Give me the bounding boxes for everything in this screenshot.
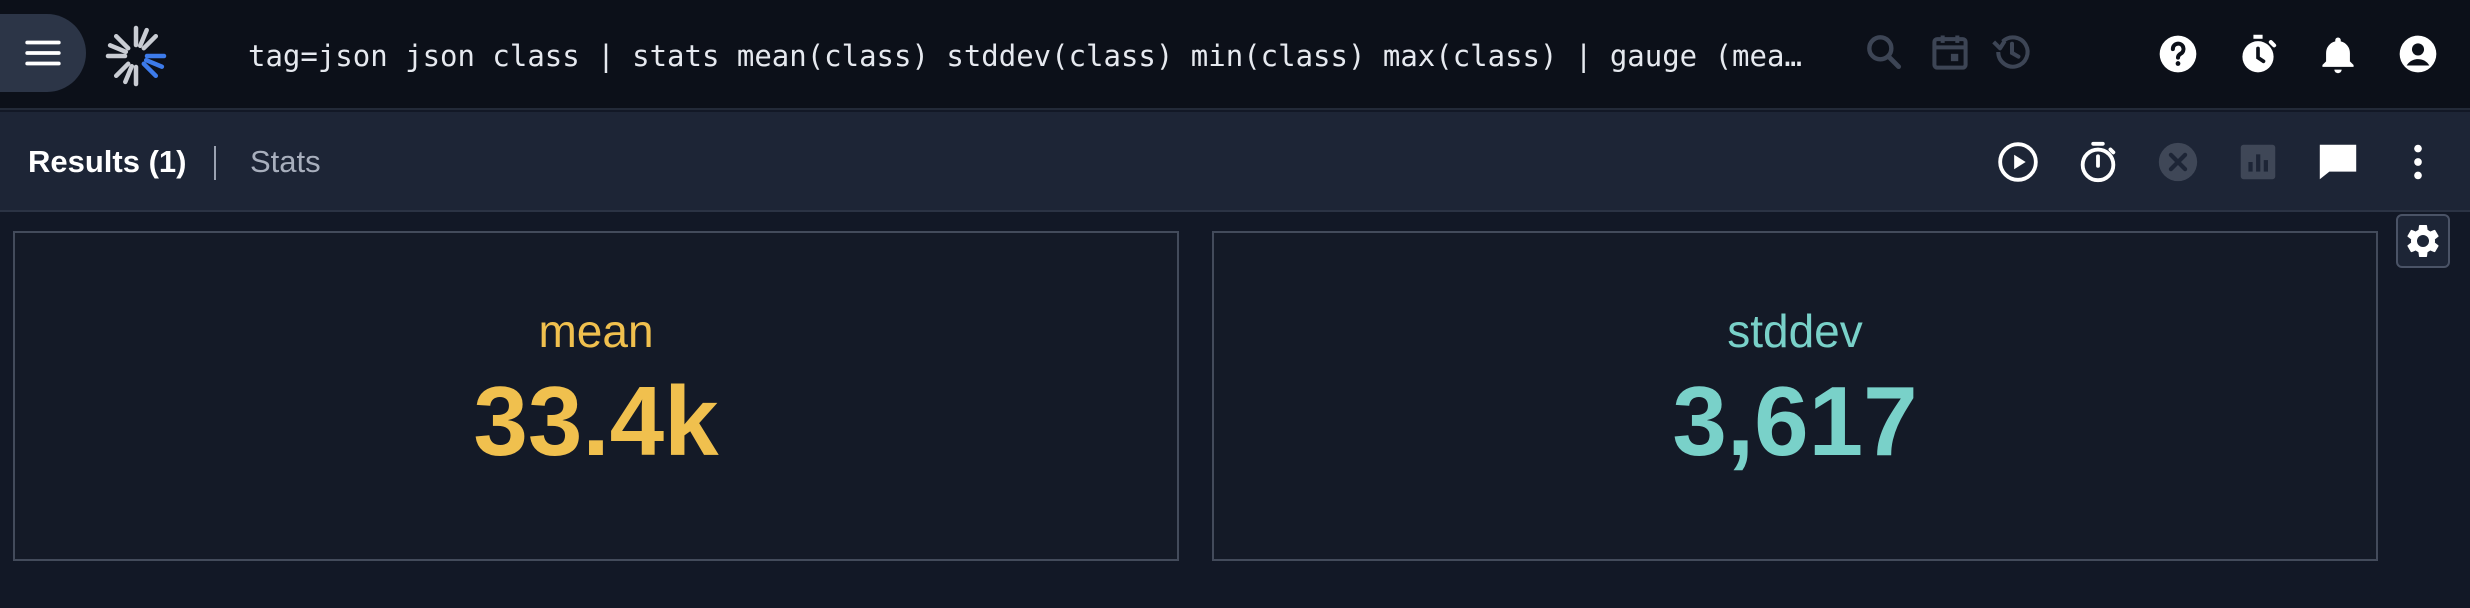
tab-results[interactable]: Results (1) xyxy=(28,142,186,182)
calendar-icon xyxy=(1932,35,1968,70)
gear-icon xyxy=(2407,224,2439,257)
notifications-button[interactable] xyxy=(2316,32,2360,76)
account-icon xyxy=(2399,35,2437,73)
stddev-panel: stddev 3,617 xyxy=(1212,231,2378,561)
help-button[interactable] xyxy=(2156,32,2200,76)
chart-icon xyxy=(2240,144,2276,180)
help-icon xyxy=(2159,35,2197,73)
comment-button[interactable] xyxy=(2314,138,2362,186)
bell-icon xyxy=(2322,37,2354,74)
chart-button[interactable] xyxy=(2234,138,2282,186)
mean-value: 33.4k xyxy=(473,366,719,476)
cancel-button[interactable] xyxy=(2154,138,2202,186)
cancel-icon xyxy=(2158,142,2198,182)
play-icon xyxy=(1998,142,2038,182)
tab-divider xyxy=(214,146,216,180)
stopwatch-button[interactable] xyxy=(2074,138,2122,186)
search-icon xyxy=(1867,35,1902,70)
menu-button[interactable] xyxy=(0,14,86,92)
run-button[interactable] xyxy=(1994,138,2042,186)
mean-panel: mean 33.4k xyxy=(13,231,1179,561)
timer-icon xyxy=(2242,34,2277,73)
top-bar: tag=json json class | stats mean(class) … xyxy=(0,0,2470,110)
timer-button[interactable] xyxy=(2236,32,2280,76)
stopwatch-icon xyxy=(2080,141,2116,183)
tab-stats[interactable]: Stats xyxy=(250,142,321,182)
stddev-label: stddev xyxy=(1727,305,1863,357)
query-input[interactable]: tag=json json class | stats mean(class) … xyxy=(248,34,1808,78)
search-button[interactable] xyxy=(1862,30,1906,74)
logo xyxy=(105,25,167,87)
menu-icon xyxy=(25,40,61,66)
stddev-value: 3,617 xyxy=(1672,366,1918,476)
more-options-button[interactable] xyxy=(2394,138,2442,186)
settings-button[interactable] xyxy=(2396,214,2450,268)
results-toolbar: Results (1) Stats xyxy=(0,112,2470,212)
history-icon xyxy=(1992,35,2030,69)
comment-icon xyxy=(2319,144,2357,180)
mean-label: mean xyxy=(538,305,654,357)
more-vert-icon xyxy=(2414,144,2422,180)
account-button[interactable] xyxy=(2396,32,2440,76)
calendar-button[interactable] xyxy=(1928,30,1972,74)
history-button[interactable] xyxy=(1990,30,2034,74)
